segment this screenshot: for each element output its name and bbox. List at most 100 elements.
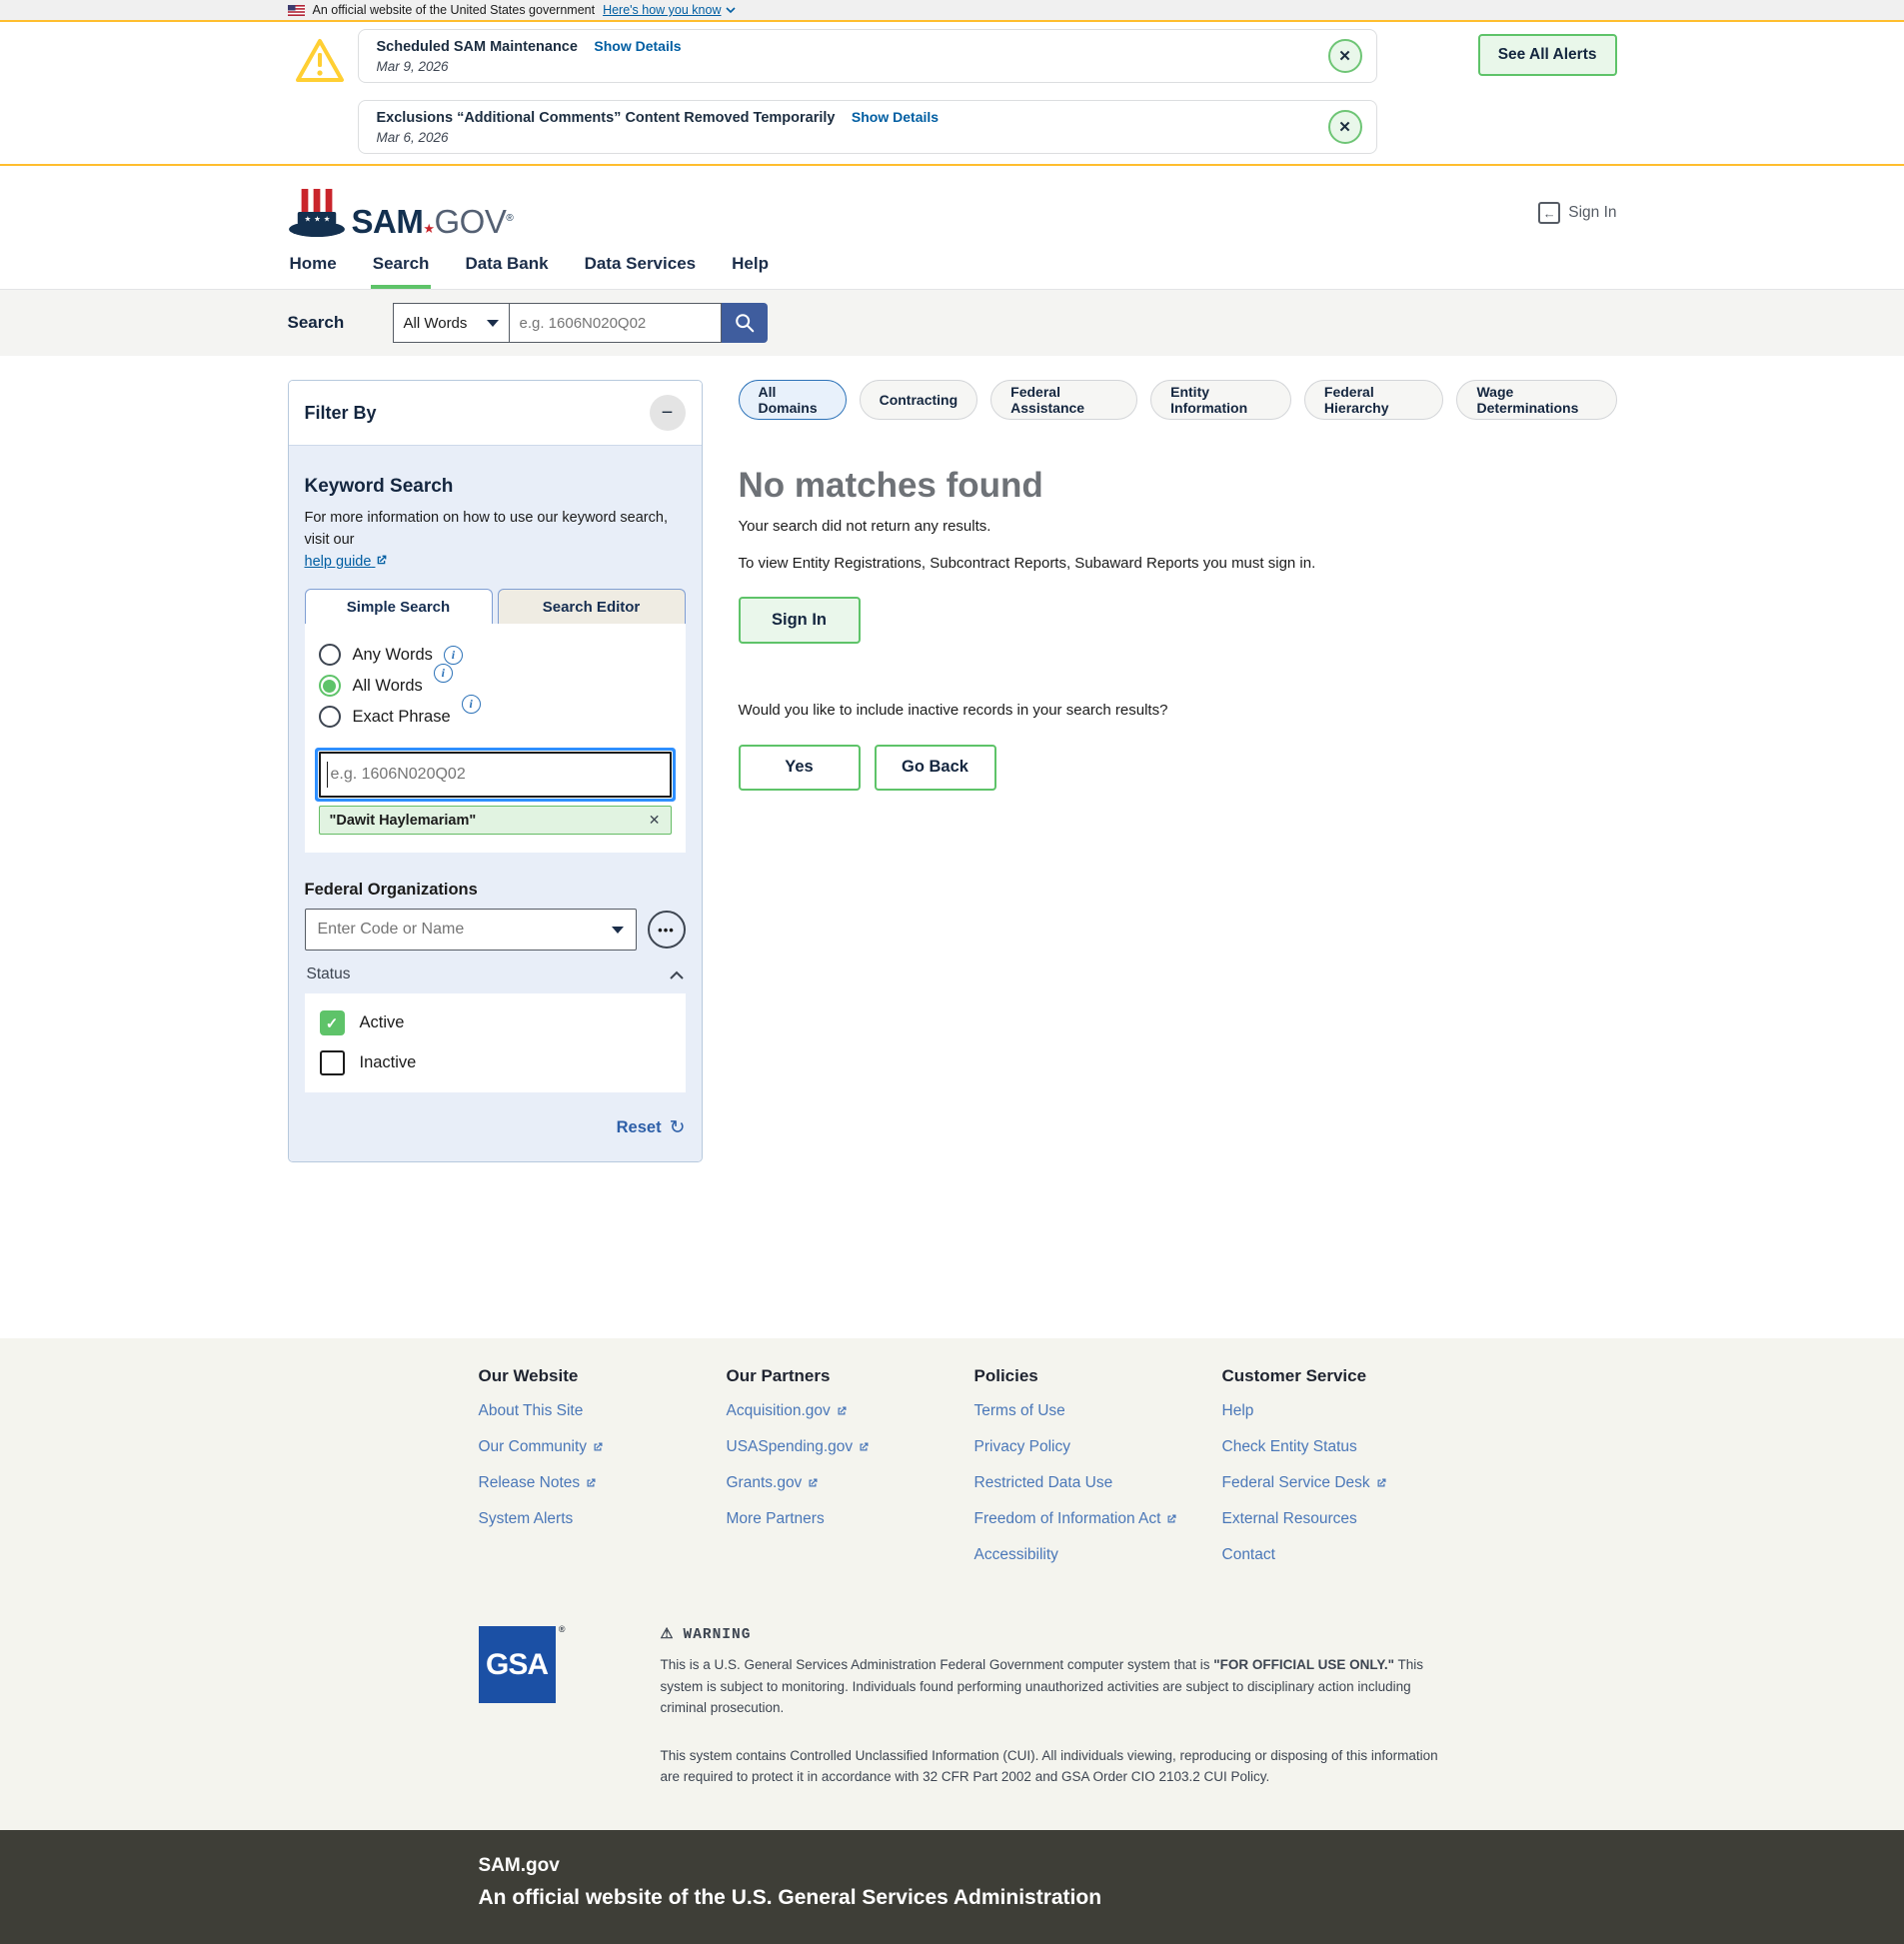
nav-item-home[interactable]: Home xyxy=(288,250,339,289)
search-input[interactable] xyxy=(510,303,722,343)
nav-item-help[interactable]: Help xyxy=(730,250,771,289)
alert-show-details-link[interactable]: Show Details xyxy=(594,38,681,54)
warning-block: ⚠ WARNING This is a U.S. General Service… xyxy=(661,1626,1460,1788)
footer-link-grants-gov[interactable]: Grants.gov xyxy=(727,1474,820,1492)
registered-icon: ® xyxy=(559,1624,565,1634)
footer-link-foia[interactable]: Freedom of Information Act xyxy=(974,1510,1178,1528)
alert-close-button[interactable]: ✕ xyxy=(1328,110,1362,144)
alert-show-details-link[interactable]: Show Details xyxy=(852,109,939,125)
see-all-alerts-button[interactable]: See All Alerts xyxy=(1478,34,1617,76)
footer-link-privacy-policy[interactable]: Privacy Policy xyxy=(974,1438,1070,1456)
footer-link-terms-of-use[interactable]: Terms of Use xyxy=(974,1402,1065,1420)
keyword-info-text: For more information on how to use our k… xyxy=(305,510,668,548)
footer-link-our-community[interactable]: Our Community xyxy=(479,1438,605,1456)
keyword-tag: "Dawit Haylemariam" ✕ xyxy=(319,806,672,835)
info-icon[interactable]: i xyxy=(444,646,463,665)
info-icon[interactable]: i xyxy=(434,664,453,683)
footer-link-contact[interactable]: Contact xyxy=(1222,1546,1275,1564)
checkbox-active[interactable]: ✓ xyxy=(320,1010,345,1035)
alert-title: Exclusions “Additional Comments” Content… xyxy=(377,110,836,126)
domain-chip-federal-assistance[interactable]: Federal Assistance xyxy=(990,380,1137,420)
footer-link-accessibility[interactable]: Accessibility xyxy=(974,1546,1058,1564)
external-link-icon xyxy=(807,1477,819,1489)
footer-link-restricted-data-use[interactable]: Restricted Data Use xyxy=(974,1474,1113,1492)
footer-heading: Customer Service xyxy=(1222,1366,1470,1386)
tag-remove-icon[interactable]: ✕ xyxy=(649,812,661,829)
federal-org-more-button[interactable]: ••• xyxy=(648,911,686,949)
radio-any-words[interactable] xyxy=(319,644,341,666)
reset-filters-button[interactable]: Reset ↻ xyxy=(305,1116,686,1139)
footer-site-name: SAM.gov xyxy=(288,1855,1617,1877)
footer-link-system-alerts[interactable]: System Alerts xyxy=(479,1510,574,1528)
keyword-tag-label: "Dawit Haylemariam" xyxy=(330,813,477,829)
domain-chip-contracting[interactable]: Contracting xyxy=(860,380,978,420)
alert-card: Scheduled SAM Maintenance Show Details M… xyxy=(358,29,1377,83)
check-icon: ✓ xyxy=(326,1014,339,1032)
search-mode-select[interactable]: All Words xyxy=(393,303,510,343)
chevron-down-icon xyxy=(726,7,736,14)
close-icon: ✕ xyxy=(1338,118,1351,136)
footer-tagline: An official website of the U.S. General … xyxy=(288,1886,1617,1910)
checkbox-inactive[interactable] xyxy=(320,1050,345,1075)
simple-search-content: Any Words i All Words i Exact Phrase i xyxy=(305,624,686,853)
warning-triangle-icon xyxy=(294,37,346,85)
domain-chip-all-domains[interactable]: All Domains xyxy=(739,380,847,420)
footer-link-usaspending-gov[interactable]: USASpending.gov xyxy=(727,1438,871,1456)
gsa-logo[interactable]: GSA ® xyxy=(479,1626,556,1703)
site-header: ★ ★ ★ SAM★GOV® ← Sign In xyxy=(0,166,1904,250)
radio-all-words-label: All Words xyxy=(353,677,423,696)
radio-exact-phrase[interactable] xyxy=(319,706,341,728)
footer-link-help[interactable]: Help xyxy=(1222,1402,1254,1420)
gov-banner-text: An official website of the United States… xyxy=(313,3,596,17)
filter-panel-title: Filter By xyxy=(305,403,377,424)
go-back-button[interactable]: Go Back xyxy=(875,745,996,791)
us-flag-icon xyxy=(288,5,305,16)
alert-title: Scheduled SAM Maintenance xyxy=(377,39,578,55)
footer-link-federal-service-desk[interactable]: Federal Service Desk xyxy=(1222,1474,1387,1492)
footer-col-our-website: Our Website About This Site Our Communit… xyxy=(479,1366,727,1582)
nav-item-data-services[interactable]: Data Services xyxy=(583,250,699,289)
status-label: Status xyxy=(307,966,351,983)
reset-label: Reset xyxy=(617,1118,662,1137)
sign-in-link[interactable]: ← Sign In xyxy=(1538,202,1616,224)
domain-chip-entity-information[interactable]: Entity Information xyxy=(1150,380,1291,420)
how-you-know-link[interactable]: Here's how you know xyxy=(603,3,735,17)
search-strip-label: Search xyxy=(288,313,393,333)
yes-button[interactable]: Yes xyxy=(739,745,861,791)
footer-link-external-resources[interactable]: External Resources xyxy=(1222,1510,1357,1528)
external-link-icon xyxy=(592,1441,604,1453)
nav-item-data-bank[interactable]: Data Bank xyxy=(463,250,550,289)
radio-all-words[interactable] xyxy=(319,675,341,697)
footer-link-check-entity-status[interactable]: Check Entity Status xyxy=(1222,1438,1357,1456)
domain-chip-wage-determinations[interactable]: Wage Determinations xyxy=(1456,380,1616,420)
sign-in-button[interactable]: Sign In xyxy=(739,597,861,644)
info-icon[interactable]: i xyxy=(462,695,481,714)
checkbox-row-inactive[interactable]: Inactive xyxy=(320,1050,671,1075)
identity-footer: SAM.gov An official website of the U.S. … xyxy=(0,1830,1904,1944)
footer-col-our-partners: Our Partners Acquisition.gov USASpending… xyxy=(727,1366,974,1582)
footer-link-acquisition-gov[interactable]: Acquisition.gov xyxy=(727,1402,848,1420)
search-results: All Domains Contracting Federal Assistan… xyxy=(739,380,1617,791)
page-footer: Our Website About This Site Our Communit… xyxy=(0,1338,1904,1830)
status-section-toggle[interactable]: Status xyxy=(305,966,686,983)
radio-exact-phrase-label: Exact Phrase xyxy=(353,708,451,727)
keyword-input[interactable] xyxy=(319,752,672,798)
close-icon: ✕ xyxy=(1338,47,1351,65)
domain-chip-federal-hierarchy[interactable]: Federal Hierarchy xyxy=(1304,380,1444,420)
federal-org-select[interactable]: Enter Code or Name xyxy=(305,909,637,951)
tab-search-editor[interactable]: Search Editor xyxy=(498,589,686,624)
footer-link-more-partners[interactable]: More Partners xyxy=(727,1510,825,1528)
tab-simple-search[interactable]: Simple Search xyxy=(305,589,493,624)
checkbox-active-label: Active xyxy=(360,1013,405,1032)
help-guide-link[interactable]: help guide xyxy=(305,554,389,570)
search-submit-button[interactable] xyxy=(722,303,768,343)
alert-close-button[interactable]: ✕ xyxy=(1328,39,1362,73)
footer-link-release-notes[interactable]: Release Notes xyxy=(479,1474,598,1492)
filter-collapse-button[interactable]: − xyxy=(650,395,686,431)
nav-item-search[interactable]: Search xyxy=(371,250,432,289)
footer-link-about-this-site[interactable]: About This Site xyxy=(479,1402,584,1420)
checkbox-row-active[interactable]: ✓ Active xyxy=(320,1010,671,1035)
sam-gov-logo[interactable]: ★ ★ ★ SAM★GOV® xyxy=(288,188,514,238)
footer-heading: Our Website xyxy=(479,1366,727,1386)
federal-organizations-title: Federal Organizations xyxy=(305,881,686,900)
